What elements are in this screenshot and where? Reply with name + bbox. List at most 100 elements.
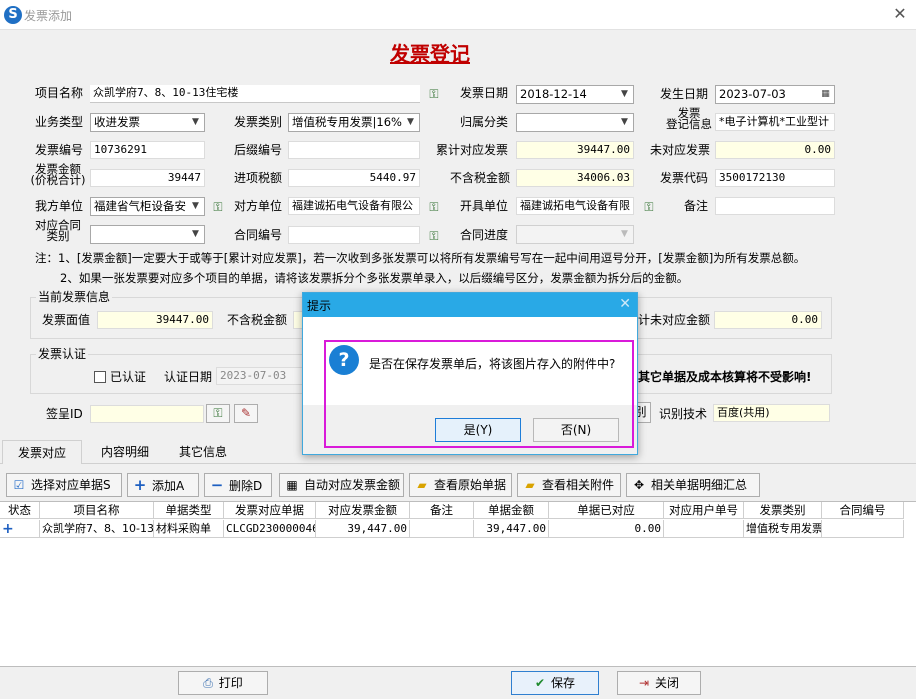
auto-match-button[interactable]: ▦ 自动对应发票金额	[279, 473, 404, 497]
table-cell[interactable]: 材料采购单	[154, 520, 224, 538]
table-cell[interactable]	[410, 520, 474, 538]
calculator-icon: ▦	[286, 478, 298, 492]
dialog-close-icon[interactable]: ✕	[619, 296, 631, 312]
select-doc-button[interactable]: ☑ 选择对应单据S	[6, 473, 122, 497]
window-close-button[interactable]: ✕	[890, 3, 910, 25]
face-value-label: 发票面值	[42, 313, 91, 327]
table-cell[interactable]: 39,447.00	[316, 520, 410, 538]
grid-header[interactable]: 对应发票金额	[316, 502, 410, 519]
counter-unit-pick-icon[interactable]: ⚿	[426, 200, 442, 214]
invoice-code-field[interactable]: 3500172130	[715, 169, 835, 187]
our-unit-value: 福建省气柜设备安	[94, 199, 186, 213]
view-attachment-label: 查看相关附件	[542, 478, 615, 492]
grid-header[interactable]: 发票对应单据	[224, 502, 316, 519]
issuing-unit-field[interactable]: 福建诚拓电气设备有限	[516, 197, 634, 215]
chevron-down-icon[interactable]: ▼	[618, 88, 631, 101]
recognition-tech-label: 识别技术	[659, 407, 708, 421]
grid-header[interactable]: 项目名称	[40, 502, 154, 519]
unmatched-invoice-field: 0.00	[715, 141, 835, 159]
grid-header[interactable]: 单据金额	[474, 502, 549, 519]
calendar-icon[interactable]: ▦	[819, 88, 832, 101]
grid-header[interactable]: 状态	[0, 502, 40, 519]
counter-unit-field[interactable]: 福建诚拓电气设备有限公	[288, 197, 420, 215]
table-cell[interactable]	[822, 520, 904, 538]
signed-id-edit-button[interactable]: ✎	[234, 404, 258, 423]
label-line: 类别	[46, 229, 70, 243]
table-cell[interactable]: CLCGD230000046	[224, 520, 316, 538]
row-status-icon[interactable]: +	[0, 520, 40, 538]
occur-date-value: 2023-07-03	[719, 87, 786, 101]
current-invoice-group-title: 当前发票信息	[36, 290, 113, 304]
delete-button[interactable]: − 删除D	[204, 473, 272, 497]
dialog-title: 提示	[307, 299, 332, 313]
table-cell[interactable]: 增值税专用发票	[744, 520, 822, 538]
invoice-category-value: 增值税专用发票|16%	[292, 115, 402, 129]
table-cell[interactable]: 众凯学府7、8、10-13	[40, 520, 154, 538]
business-type-select[interactable]: 收进发票 ▼	[90, 113, 205, 132]
chevron-down-icon[interactable]: ▼	[618, 116, 631, 129]
match-grid: 状态 项目名称 单据类型 发票对应单据 对应发票金额 备注 单据金额 单据已对应…	[0, 501, 916, 667]
project-pick-icon[interactable]: ⚿	[426, 87, 442, 101]
view-original-label: 查看原始单据	[434, 478, 507, 492]
project-name-field[interactable]: 众凯学府7、8、10-13住宅楼	[90, 85, 420, 103]
invoice-amount-field[interactable]: 39447	[90, 169, 205, 187]
chevron-down-icon[interactable]: ▼	[404, 116, 417, 129]
invoice-reg-info-field[interactable]: *电子计算机*工业型计	[715, 113, 835, 131]
suffix-no-label: 后缀编号	[234, 143, 283, 157]
grid-header[interactable]: 单据已对应	[549, 502, 664, 519]
belong-category-label: 归属分类	[460, 115, 509, 129]
chevron-down-icon[interactable]: ▼	[189, 228, 202, 241]
print-button[interactable]: ⎙ 打印	[178, 671, 268, 695]
plus-icon: +	[133, 476, 147, 494]
add-button[interactable]: + 添加A	[127, 473, 199, 497]
table-cell[interactable]: 39,447.00	[474, 520, 549, 538]
belong-category-select[interactable]: ▼	[516, 113, 634, 132]
invoice-date-picker[interactable]: 2018-12-14 ▼	[516, 85, 634, 104]
cert-group-title: 发票认证	[36, 347, 89, 361]
invoice-category-select[interactable]: 增值税专用发票|16% ▼	[288, 113, 420, 132]
chevron-down-icon[interactable]: ▼	[189, 116, 202, 129]
close-button[interactable]: ⇥ 关闭	[617, 671, 701, 695]
close-label: 关闭	[655, 676, 680, 690]
occur-date-label: 发生日期	[660, 87, 709, 101]
unmatched-amount-label: 计未对应金额	[638, 313, 711, 327]
save-button[interactable]: ✔ 保存	[511, 671, 599, 695]
view-attachment-button[interactable]: ▰ 查看相关附件	[517, 473, 621, 497]
input-tax-field[interactable]: 5440.97	[288, 169, 420, 187]
highlight-box	[324, 340, 634, 448]
issuing-unit-pick-icon[interactable]: ⚿	[641, 200, 657, 214]
view-original-button[interactable]: ▰ 查看原始单据	[409, 473, 512, 497]
grid-header[interactable]: 合同编号	[822, 502, 904, 519]
remark-field[interactable]	[715, 197, 835, 215]
occur-date-picker[interactable]: 2023-07-03 ▦	[715, 85, 835, 104]
chevron-down-icon[interactable]: ▼	[189, 200, 202, 213]
cumulative-invoice-label: 累计对应发票	[436, 143, 509, 157]
recognition-tech-field[interactable]: 百度(共用)	[713, 404, 830, 422]
our-unit-select[interactable]: 福建省气柜设备安 ▼	[90, 197, 205, 216]
table-cell[interactable]	[664, 520, 744, 538]
tab-content-detail[interactable]: 内容明细	[88, 440, 162, 464]
suffix-no-field[interactable]	[288, 141, 420, 159]
contract-type-select[interactable]: ▼	[90, 225, 205, 244]
excl-tax-label-current: 不含税金额	[227, 313, 288, 327]
contract-no-field[interactable]	[288, 226, 420, 244]
grid-header[interactable]: 单据类型	[154, 502, 224, 519]
signed-id-pick-button[interactable]: ⚿	[206, 404, 230, 423]
certified-checkbox[interactable]	[94, 371, 106, 383]
grid-header[interactable]: 发票类别	[744, 502, 822, 519]
unmatched-invoice-label: 未对应发票	[650, 143, 711, 157]
tab-other-info[interactable]: 其它信息	[166, 440, 240, 464]
note-line-2: 2、如果一张发票要对应多个项目的单据，请将该发票拆分个多张发票单录入，以后缀编号…	[60, 271, 689, 285]
related-summary-button[interactable]: ✥ 相关单据明细汇总	[626, 473, 760, 497]
contract-pick-icon[interactable]: ⚿	[426, 229, 442, 243]
save-label: 保存	[551, 676, 576, 690]
signed-id-field[interactable]	[90, 405, 204, 423]
grid-header[interactable]: 备注	[410, 502, 474, 519]
tab-invoice-match[interactable]: 发票对应	[2, 440, 82, 464]
table-cell[interactable]: 0.00	[549, 520, 664, 538]
grid-header[interactable]: 对应用户单号	[664, 502, 744, 519]
invoice-no-field[interactable]: 10736291	[90, 141, 205, 159]
invoice-date-value: 2018-12-14	[520, 87, 587, 101]
our-unit-pick-icon[interactable]: ⚿	[210, 200, 226, 214]
delete-label: 删除D	[229, 479, 263, 493]
